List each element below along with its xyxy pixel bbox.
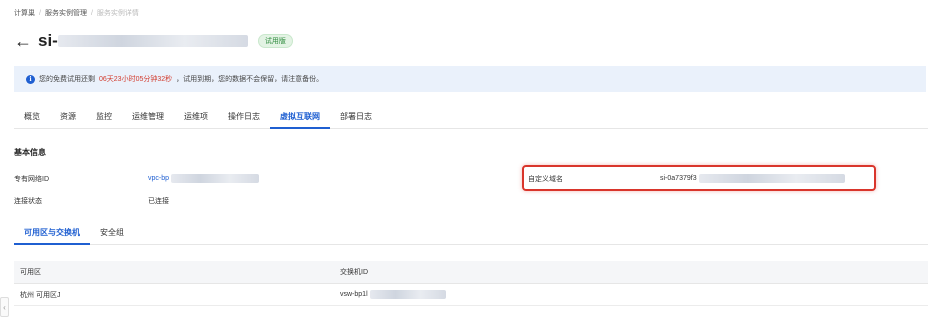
detail-tabs: 概览 资源 监控 运维管理 运维项 操作日志 虚拟互联网 部署日志 — [14, 105, 928, 129]
subtab-zones-vswitches[interactable]: 可用区与交换机 — [14, 222, 90, 245]
breadcrumb-separator: / — [39, 9, 41, 17]
custom-domain-highlight — [522, 165, 876, 191]
table-header: 可用区 交换机ID — [14, 261, 928, 284]
info-icon: i — [26, 74, 35, 84]
tab-overview[interactable]: 概览 — [14, 105, 50, 129]
column-header-zone: 可用区 — [20, 269, 41, 276]
vswitch-id-cell[interactable]: vsw-bp1l — [334, 290, 928, 299]
breadcrumb-item-instance-detail: 服务实例详情 — [96, 10, 139, 17]
page-title-prefix: si- — [38, 31, 58, 50]
chevron-left-icon: ‹ — [3, 302, 6, 312]
trial-badge: 试用版 — [257, 34, 293, 48]
notice-prefix: 您的免费试用还剩 — [39, 76, 95, 83]
breadcrumb-item-instance-management[interactable]: 服务实例管理 — [45, 8, 87, 18]
tab-operation-log[interactable]: 操作日志 — [218, 105, 270, 129]
table-row: 杭州 可用区J vsw-bp1l — [14, 284, 928, 306]
breadcrumb: 计算巢 / 服务实例管理 / 服务实例详情 — [14, 8, 139, 18]
tab-ops-items[interactable]: 运维项 — [174, 105, 218, 129]
network-subtabs: 可用区与交换机 安全组 — [14, 222, 928, 245]
notice-suffix: ，试用到期，您的数据不会保留，请注意备份。 — [176, 76, 324, 83]
redacted-vswitch-id — [369, 290, 446, 299]
tab-deployment-log[interactable]: 部署日志 — [330, 105, 382, 129]
vpc-id-value[interactable]: vpc-bp — [148, 174, 260, 183]
arrow-left-icon[interactable]: ← — [14, 32, 32, 50]
redacted-instance-id — [57, 35, 248, 47]
basic-info-title: 基本信息 — [14, 148, 46, 157]
trial-countdown: 06天23小时05分钟32秒 — [99, 76, 173, 83]
vpc-id-label: 专有网络ID — [14, 176, 49, 183]
redacted-vpc-id — [171, 174, 260, 183]
tab-ops-management[interactable]: 运维管理 — [122, 105, 174, 129]
page-title: si- — [38, 31, 248, 51]
page-header: ← si- 试用版 — [14, 31, 293, 51]
connection-status-value: 已连接 — [148, 198, 169, 205]
zone-cell: 杭州 可用区J — [20, 291, 61, 299]
connection-status-label: 连接状态 — [14, 198, 42, 205]
collapse-handle-left[interactable]: ‹ — [0, 297, 9, 317]
column-header-vswitch-id: 交换机ID — [340, 269, 368, 276]
vswitch-table: 可用区 交换机ID 杭州 可用区J vsw-bp1l — [14, 261, 928, 306]
tab-resources[interactable]: 资源 — [50, 105, 86, 129]
breadcrumb-separator: / — [90, 9, 93, 17]
subtab-security-groups[interactable]: 安全组 — [90, 222, 134, 245]
tab-monitoring[interactable]: 监控 — [86, 105, 122, 129]
breadcrumb-item-compute-nest[interactable]: 计算巢 — [14, 8, 35, 18]
tab-virtual-network[interactable]: 虚拟互联网 — [270, 105, 330, 129]
trial-notice-banner: i 您的免费试用还剩 06天23小时05分钟32秒 ，试用到期，您的数据不会保留… — [14, 66, 926, 92]
vswitch-id-prefix: vsw-bp1l — [340, 291, 368, 298]
vpc-id-prefix: vpc-bp — [148, 175, 170, 182]
